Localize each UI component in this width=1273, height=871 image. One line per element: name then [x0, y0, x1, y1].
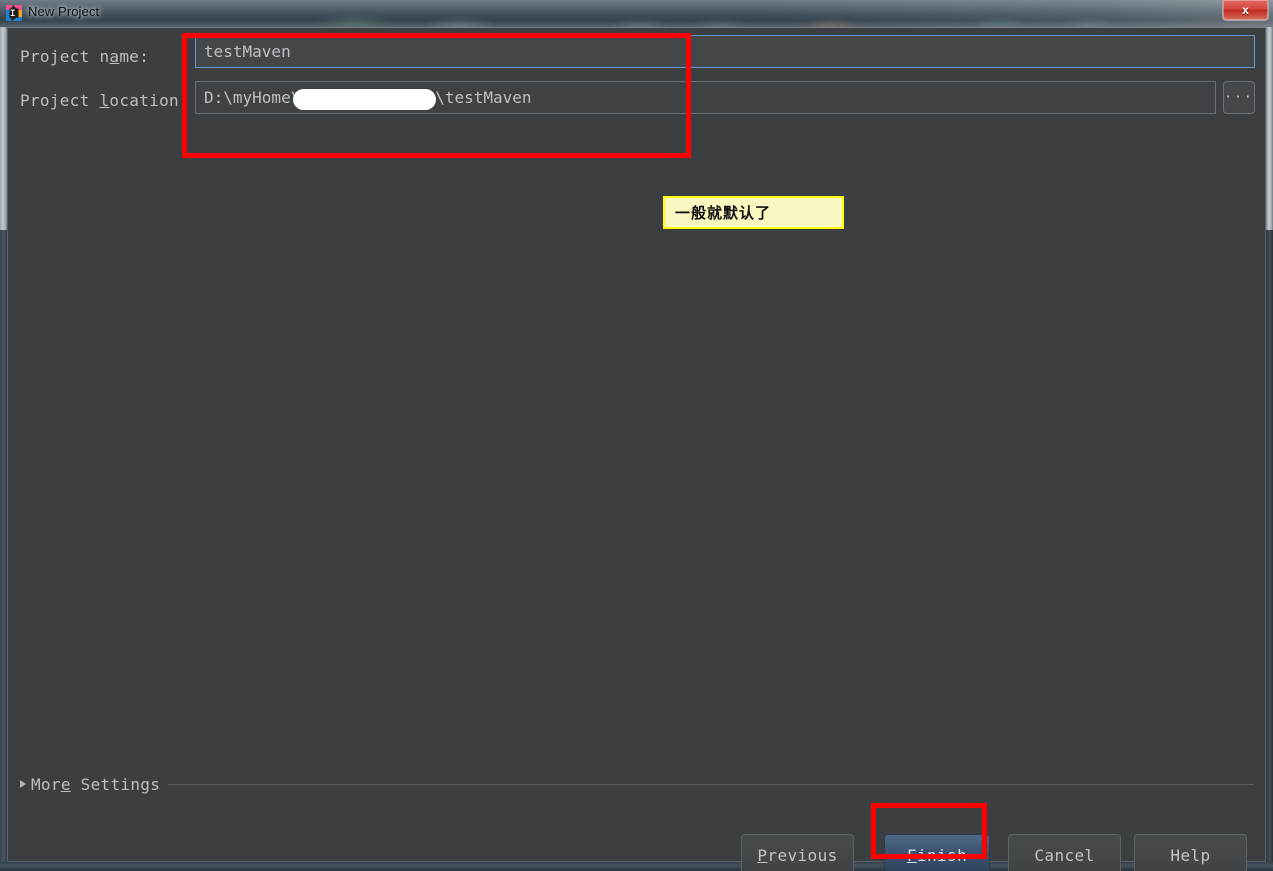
more-settings-toggle[interactable]: More Settings	[20, 772, 1254, 796]
project-location-label: Project location:	[20, 91, 189, 110]
more-settings-label: More Settings	[31, 775, 160, 794]
window-frame-left-lower	[0, 230, 7, 871]
project-name-value: testMaven	[204, 42, 291, 61]
browse-folder-button[interactable]: ···	[1223, 81, 1255, 114]
project-location-suffix: \testMaven	[435, 88, 532, 107]
cancel-button[interactable]: Cancel	[1008, 834, 1121, 871]
dialog-button-bar: Previous Finish Cancel Help	[8, 829, 1267, 871]
more-settings-label-prefix: Mor	[31, 774, 61, 794]
previous-button[interactable]: Previous	[741, 834, 854, 871]
project-name-label-prefix: Project n	[20, 47, 110, 66]
dialog-content: Project name: Project location: testMave…	[7, 27, 1266, 871]
project-location-label-rest: ocation:	[109, 91, 189, 110]
more-settings-label-mnemonic: e	[60, 774, 71, 794]
new-project-dialog-window: New Project x Project name: Project loca…	[0, 0, 1273, 871]
window-frame-right-lower	[1266, 230, 1273, 871]
chevron-right-icon	[20, 780, 26, 788]
more-settings-label-rest: Settings	[70, 774, 161, 794]
aero-glass-blur	[0, 0, 1273, 27]
project-location-label-prefix: Project	[20, 91, 100, 110]
project-name-label-mnemonic: a	[109, 47, 120, 66]
more-settings-separator	[168, 783, 1254, 785]
intellij-idea-icon	[6, 5, 22, 21]
finish-button[interactable]: Finish	[884, 834, 990, 871]
window-frame-right	[1266, 27, 1273, 230]
redaction-blob	[293, 89, 436, 110]
window-title: New Project	[28, 4, 100, 19]
finish-button-label: inish	[916, 846, 968, 865]
project-location-label-mnemonic: l	[99, 91, 110, 110]
previous-button-mnemonic: P	[757, 846, 768, 865]
project-location-prefix: D:\myHome\	[204, 88, 301, 107]
close-icon-glyph: x	[1242, 3, 1249, 17]
project-name-input[interactable]: testMaven	[195, 35, 1255, 68]
project-name-label-rest: me:	[119, 47, 150, 66]
help-button[interactable]: Help	[1134, 834, 1247, 871]
finish-button-mnemonic: F	[906, 846, 917, 865]
close-icon[interactable]: x	[1222, 0, 1269, 21]
project-name-label: Project name:	[20, 47, 149, 66]
window-frame-left	[0, 27, 7, 230]
window-titlebar[interactable]: New Project x	[0, 0, 1273, 27]
previous-button-label: revious	[767, 846, 838, 865]
annotation-note: 一般就默认了	[663, 196, 844, 229]
